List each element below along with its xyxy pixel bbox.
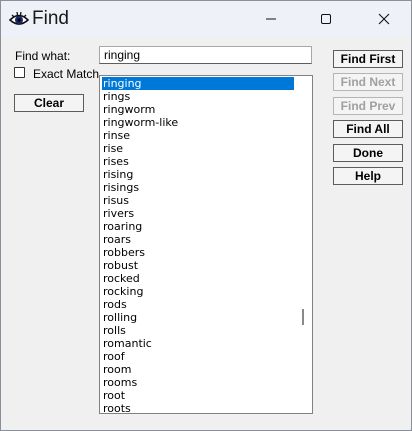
find-input[interactable] <box>99 46 312 64</box>
list-item[interactable]: rolling <box>102 311 294 324</box>
list-item[interactable]: robbers <box>102 246 294 259</box>
exact-match-checkbox[interactable] <box>14 67 25 78</box>
list-item[interactable]: rings <box>102 90 294 103</box>
find-dialog: Find Find what: Exact Match Clear ringin… <box>0 0 412 431</box>
help-button[interactable]: Help <box>333 167 403 185</box>
list-item[interactable]: room <box>102 363 294 376</box>
list-item[interactable]: rocked <box>102 272 294 285</box>
list-item[interactable]: risings <box>102 181 294 194</box>
find-all-button[interactable]: Find All <box>333 120 403 138</box>
list-item[interactable]: ringworm <box>102 103 294 116</box>
list-item[interactable]: rods <box>102 298 294 311</box>
close-icon[interactable] <box>374 9 394 29</box>
title-bar[interactable]: Find <box>1 1 411 37</box>
list-item[interactable]: rivers <box>102 207 294 220</box>
list-item[interactable]: rise <box>102 142 294 155</box>
list-item[interactable]: rocking <box>102 285 294 298</box>
list-item[interactable]: rising <box>102 168 294 181</box>
eye-icon <box>8 10 30 28</box>
word-list[interactable]: ringing rings ringworm ringworm-like rinse ri… <box>99 75 313 414</box>
scrollbar-thumb[interactable] <box>302 309 304 325</box>
done-button[interactable]: Done <box>333 144 403 162</box>
exact-match-label[interactable]: Exact Match <box>33 67 99 81</box>
find-first-button[interactable]: Find First <box>333 50 403 68</box>
clear-button[interactable]: Clear <box>14 94 84 112</box>
list-item[interactable]: roars <box>102 233 294 246</box>
window-title: Find <box>32 8 69 29</box>
list-item[interactable]: risus <box>102 194 294 207</box>
list-item[interactable]: roaring <box>102 220 294 233</box>
list-item[interactable]: rooms <box>102 376 294 389</box>
dialog-body: Find what: Exact Match Clear ringingring… <box>1 37 411 430</box>
list-item[interactable]: rinse <box>102 129 294 142</box>
maximize-icon[interactable] <box>316 9 336 29</box>
list-item[interactable]: roots <box>102 402 294 413</box>
list-item[interactable]: rolls <box>102 324 294 337</box>
list-item[interactable]: ringing <box>102 77 294 90</box>
list-item[interactable]: rises <box>102 155 294 168</box>
find-prev-button[interactable]: Find Prev <box>333 97 403 115</box>
list-item[interactable]: root <box>102 389 294 402</box>
list-item[interactable]: ringworm-like <box>102 116 294 129</box>
list-item[interactable]: romantic <box>102 337 294 350</box>
list-item[interactable]: robust <box>102 259 294 272</box>
word-list-items: ringing rings ringworm ringworm-like rinse ri… <box>102 77 294 413</box>
find-next-button[interactable]: Find Next <box>333 73 403 91</box>
minimize-icon[interactable] <box>261 9 281 29</box>
list-item[interactable]: roof <box>102 350 294 363</box>
find-what-label: Find what: <box>15 49 71 63</box>
